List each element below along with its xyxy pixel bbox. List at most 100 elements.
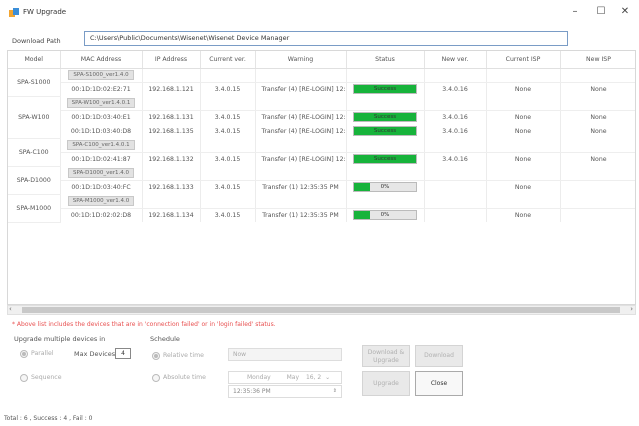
current-ver-cell: 3.4.0.15 [200,124,256,138]
model-cell: SPA-C100 [8,138,61,167]
warning-cell: Transfer (1) 12:35:35 PM [255,208,347,222]
table-row[interactable]: SPA-D1000 SPA-D1000_ver1.4.0 [8,166,635,195]
new-ver-cell: 3.4.0.16 [424,152,487,166]
title-bar: FW Upgrade – ☐ ✕ [0,0,639,26]
current-isp-cell: None [486,82,561,96]
ip-cell: 192.168.1.121 [142,82,201,96]
mac-cell: 00:1D:1D:02:41:87 [60,152,143,166]
new-ver-cell [424,208,487,222]
new-isp-cell: None [560,110,635,124]
relative-time-label: Relative time [163,352,204,359]
status-cell: 0% [346,180,425,194]
col-header-warning[interactable]: Warning [255,51,347,69]
current-ver-cell: 3.4.0.15 [200,110,256,124]
mac-cell: 00:1D:1D:03:40:D8 [60,124,143,138]
relative-time-radio[interactable] [152,352,160,360]
max-devices-label: Max Devices [74,350,116,358]
table-row[interactable]: 00:1D:1D:03:40:FC 192.168.1.133 3.4.0.15 Tr… [8,180,635,194]
status-progress-bar: Success [353,126,417,136]
col-header-status[interactable]: Status [346,51,425,69]
table-row[interactable]: 00:1D:1D:02:02:D8 192.168.1.134 3.4.0.15 Tr… [8,208,635,222]
max-devices-input[interactable]: 4 [115,348,131,359]
table-row[interactable]: 00:1D:1D:03:40:E1 192.168.1.131 3.4.0.15 Tr… [8,110,635,124]
download-upgrade-button[interactable]: Download & Upgrade [362,345,410,367]
status-bar-summary: Total : 6 , Success : 4 , Fail : 0 [4,415,93,422]
sequence-label: Sequence [31,374,62,381]
col-header-new-ver[interactable]: New ver. [424,51,487,69]
firmware-file-box[interactable]: SPA-C100_ver1.4.0.1 [67,139,135,150]
status-text: Success [373,128,397,134]
status-progress-bar: Success [353,112,417,123]
download-button[interactable]: Download [415,345,463,367]
warning-cell: Transfer (4) [RE-LOGIN] 12:35... [255,82,347,96]
mac-cell: 00:1D:1D:02:E2:71 [60,82,143,96]
model-cell: SPA-D1000 [8,166,61,195]
warning-cell: Transfer (4) [RE-LOGIN] 12:35... [255,124,347,138]
firmware-file-box[interactable]: SPA-W100_ver1.4.0.1 [66,97,136,108]
time-spinner-icon[interactable]: ⇕ [333,386,337,397]
absolute-time-radio[interactable] [152,374,160,382]
table-header-row: Model MAC Address IP Address Current ver… [8,51,635,69]
schedule-title: Schedule [150,335,180,343]
mac-cell: 00:1D:1D:02:02:D8 [60,208,143,222]
col-header-model[interactable]: Model [8,51,61,69]
absolute-time-input[interactable]: 12:35:36 PM ⇕ [228,385,342,398]
close-button[interactable]: Close [415,371,463,396]
horizontal-scrollbar[interactable]: ‹ › [7,305,636,315]
table-row[interactable]: SPA-S1000 SPA-S1000_ver1.4.0 [8,68,635,97]
date-day: Monday [247,374,271,381]
table-row[interactable]: SPA-M1000 SPA-M1000_ver1.4.0 [8,194,635,223]
download-path-input[interactable]: C:\Users\Public\Documents\Wisenet\Wisene… [84,31,568,46]
new-isp-cell: None [560,152,635,166]
firmware-file-box[interactable]: SPA-S1000_ver1.4.0 [68,70,134,80]
col-header-mac[interactable]: MAC Address [60,51,143,69]
status-progress-bar: Success [353,84,417,95]
col-header-current-isp[interactable]: Current ISP [486,51,561,69]
new-ver-cell: 3.4.0.16 [424,110,487,124]
scrollbar-thumb[interactable] [22,307,620,313]
status-cell: Success [346,82,425,96]
absolute-date-picker[interactable]: Monday May 16, 2 ⌄ [228,371,342,384]
maximize-button[interactable]: ☐ [591,4,611,20]
app-icon [9,8,19,17]
current-isp-cell: None [486,180,561,194]
date-day-number: 16, 2 [305,374,322,381]
new-isp-cell: None [560,82,635,96]
sequence-radio[interactable] [20,374,28,382]
table-row[interactable]: SPA-C100 SPA-C100_ver1.4.0.1 [8,138,635,167]
table-row[interactable]: SPA-W100 SPA-W100_ver1.4.0.1 [8,96,635,139]
parallel-radio[interactable] [20,350,28,358]
relative-time-select[interactable]: Now [228,348,342,361]
upgrade-button[interactable]: Upgrade [362,371,410,396]
status-cell: Success [346,124,425,138]
firmware-file-box[interactable]: SPA-D1000_ver1.4.0 [68,167,134,178]
table-row[interactable]: 00:1D:1D:02:E2:71 192.168.1.121 3.4.0.15 Tr… [8,82,635,96]
close-window-button[interactable]: ✕ [615,4,635,20]
firmware-file-box[interactable]: SPA-M1000_ver1.4.0 [67,195,135,206]
col-header-new-isp[interactable]: New ISP [560,51,635,69]
col-header-ip[interactable]: IP Address [142,51,201,69]
mac-cell: 00:1D:1D:03:40:FC [60,180,143,194]
ip-cell: 192.168.1.131 [142,110,201,124]
new-ver-cell: 3.4.0.16 [424,124,487,138]
table-row[interactable]: 00:1D:1D:03:40:D8 192.168.1.135 3.4.0.15 Tr… [8,124,635,138]
warning-cell: Transfer (1) 12:35:35 PM [255,180,347,194]
status-text: 0% [380,184,390,191]
current-ver-cell: 3.4.0.15 [200,208,256,222]
minimize-button[interactable]: – [565,4,585,20]
current-isp-cell: None [486,152,561,166]
scroll-right-icon[interactable]: › [630,305,633,313]
current-ver-cell: 3.4.0.15 [200,152,256,166]
current-ver-cell: 3.4.0.15 [200,82,256,96]
col-header-current-ver[interactable]: Current ver. [200,51,256,69]
table-row[interactable]: 00:1D:1D:02:41:87 192.168.1.132 3.4.0.15 Tr… [8,152,635,166]
current-isp-cell: None [486,124,561,138]
relative-time-value: Now [233,351,247,358]
status-cell: 0% [346,208,425,222]
device-table: Model MAC Address IP Address Current ver… [7,50,636,305]
current-ver-cell: 3.4.0.15 [200,180,256,194]
scroll-left-icon[interactable]: ‹ [9,305,12,313]
status-cell: Success [346,152,425,166]
status-text: Success [373,86,397,93]
chevron-down-icon[interactable]: ⌄ [325,374,330,381]
